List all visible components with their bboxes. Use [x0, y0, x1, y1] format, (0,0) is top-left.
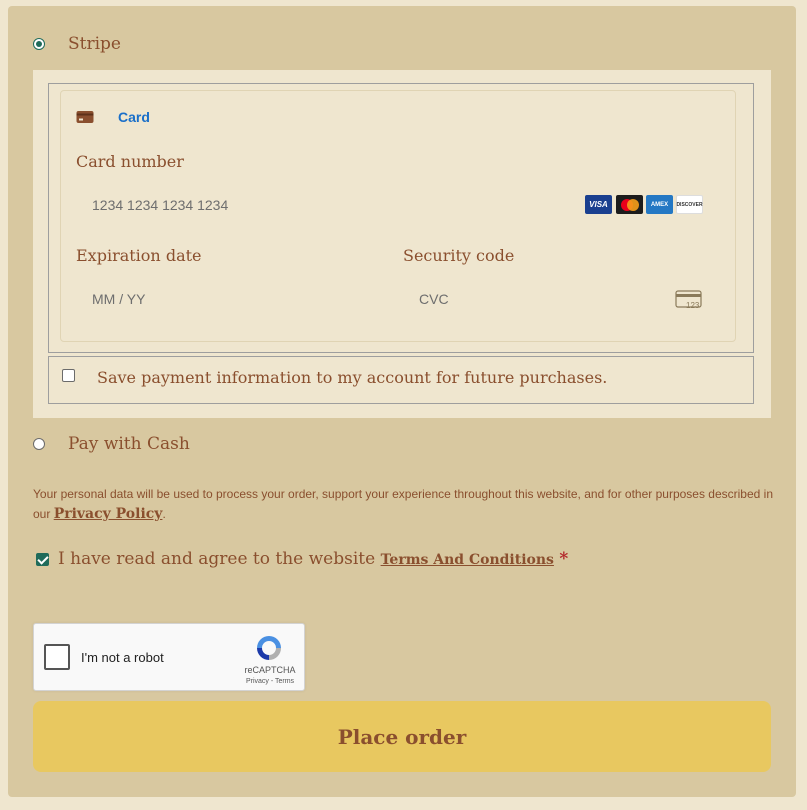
- privacy-notice: Your personal data will be used to proce…: [33, 484, 773, 524]
- amex-icon: AMEX: [646, 195, 673, 214]
- card-form: [60, 90, 736, 342]
- stripe-label[interactable]: Stripe: [68, 34, 121, 54]
- card-icon: [76, 111, 94, 123]
- card-number-input[interactable]: 1234 1234 1234 1234: [92, 197, 228, 213]
- recaptcha-label: I'm not a robot: [81, 650, 164, 665]
- terms-checkbox[interactable]: [36, 553, 49, 566]
- place-order-button[interactable]: Place order: [33, 701, 771, 772]
- cash-label[interactable]: Pay with Cash: [68, 434, 190, 454]
- card-number-label: Card number: [76, 152, 184, 171]
- visa-icon: VISA: [585, 195, 612, 214]
- privacy-suffix: .: [162, 507, 166, 521]
- security-code-label: Security code: [403, 246, 515, 265]
- expiration-date-input[interactable]: MM / YY: [92, 291, 145, 307]
- tab-card[interactable]: Card: [118, 109, 150, 125]
- save-payment-checkbox[interactable]: [62, 369, 75, 382]
- recaptcha-brand: reCAPTCHA: [244, 665, 296, 675]
- discover-icon: DISCOVER: [676, 195, 703, 214]
- cvc-icon: 123: [675, 290, 702, 310]
- privacy-policy-link[interactable]: Privacy Policy: [54, 506, 163, 522]
- recaptcha-checkbox[interactable]: [44, 644, 70, 670]
- recaptcha-logo-icon: [257, 636, 281, 660]
- recaptcha-widget: I'm not a robot reCAPTCHA Privacy - Term…: [33, 623, 305, 691]
- terms-text: I have read and agree to the website: [58, 549, 376, 569]
- expiration-date-label: Expiration date: [76, 246, 202, 265]
- mastercard-icon: [616, 195, 643, 214]
- cash-radio[interactable]: [33, 438, 45, 450]
- recaptcha-links[interactable]: Privacy - Terms: [240, 678, 300, 685]
- stripe-radio[interactable]: [33, 38, 45, 50]
- required-mark: *: [559, 549, 569, 569]
- terms-agreement: I have read and agree to the website Ter…: [58, 549, 568, 569]
- svg-text:123: 123: [686, 301, 700, 310]
- save-payment-label[interactable]: Save payment information to my account f…: [97, 368, 607, 387]
- security-code-input[interactable]: CVC: [419, 291, 449, 307]
- terms-link[interactable]: Terms And Conditions: [381, 552, 554, 568]
